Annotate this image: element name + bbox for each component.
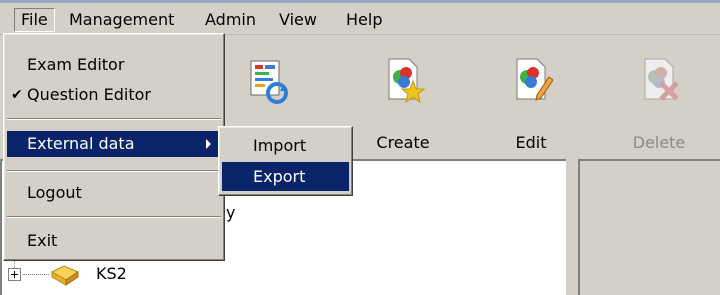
menu-help[interactable]: Help — [340, 8, 388, 32]
menu-admin[interactable]: Admin — [199, 8, 262, 32]
tree-partial-text: y — [226, 203, 236, 222]
menu-separator — [7, 118, 221, 120]
create-star-icon — [388, 58, 425, 104]
external-data-submenu: Import Export — [218, 126, 353, 196]
tree-node-label: KS2 — [96, 264, 127, 283]
book-icon — [50, 265, 80, 286]
menu-item-label: Exam Editor — [27, 55, 125, 74]
submenu-item-label: Export — [253, 167, 306, 186]
toolbar-delete-button[interactable]: Delete — [614, 55, 704, 155]
detail-panel — [578, 159, 720, 295]
menu-separator — [7, 216, 221, 218]
menu-item-exit[interactable]: Exit — [7, 228, 221, 254]
submenu-item-export[interactable]: Export — [222, 162, 349, 191]
app-window: File Management Admin View Help Create E… — [0, 0, 720, 295]
submenu-item-label: Import — [253, 136, 307, 155]
menu-separator — [7, 170, 221, 172]
edit-pencil-icon — [516, 58, 553, 101]
submenu-item-import[interactable]: Import — [222, 131, 349, 160]
check-icon: ✔ — [11, 87, 23, 103]
menu-bar: File Management Admin View Help — [0, 0, 720, 35]
tree-node-ks2[interactable]: KS2 — [8, 252, 208, 288]
menu-item-label: Exit — [27, 231, 58, 250]
window-top-edge — [0, 0, 720, 3]
refresh-report-icon — [250, 60, 288, 104]
menu-item-label: External data — [27, 134, 135, 153]
menu-management[interactable]: Management — [63, 8, 180, 32]
menu-item-external-data[interactable]: External data — [7, 131, 221, 157]
toolbar-edit-button[interactable]: Edit — [486, 55, 576, 155]
menu-item-label: Logout — [27, 183, 82, 202]
submenu-arrow-icon — [206, 139, 211, 149]
menu-file[interactable]: File — [14, 8, 55, 32]
tree-connector — [23, 274, 49, 275]
panel-splitter[interactable] — [566, 159, 578, 295]
file-menu-dropdown: Exam Editor ✔ Question Editor External d… — [3, 33, 225, 261]
expand-icon[interactable] — [8, 268, 21, 281]
delete-x-icon — [644, 58, 679, 101]
menu-item-question-editor[interactable]: ✔ Question Editor — [7, 82, 221, 108]
menu-item-label: Question Editor — [27, 85, 151, 104]
menu-view[interactable]: View — [273, 8, 323, 32]
toolbar-delete-label: Delete — [632, 133, 686, 152]
menu-item-exam-editor[interactable]: Exam Editor — [7, 52, 221, 78]
toolbar-create-button[interactable]: Create — [358, 55, 448, 155]
menu-item-logout[interactable]: Logout — [7, 180, 221, 206]
toolbar-edit-label: Edit — [515, 133, 547, 152]
toolbar-create-label: Create — [376, 133, 430, 152]
